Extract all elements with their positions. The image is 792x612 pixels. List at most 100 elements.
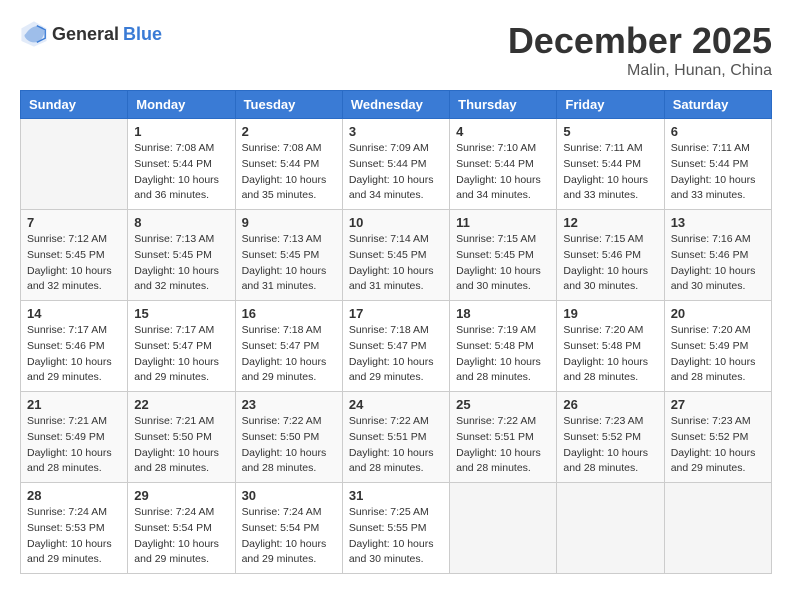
day-number: 22 bbox=[134, 397, 228, 412]
day-info: Sunrise: 7:14 AMSunset: 5:45 PMDaylight:… bbox=[349, 232, 443, 295]
calendar-cell: 5 Sunrise: 7:11 AMSunset: 5:44 PMDaylight… bbox=[557, 119, 664, 210]
day-info: Sunrise: 7:09 AMSunset: 5:44 PMDaylight:… bbox=[349, 141, 443, 204]
day-info: Sunrise: 7:18 AMSunset: 5:47 PMDaylight:… bbox=[242, 323, 336, 386]
day-info: Sunrise: 7:12 AMSunset: 5:45 PMDaylight:… bbox=[27, 232, 121, 295]
day-number: 11 bbox=[456, 215, 550, 230]
weekday-header-sunday: Sunday bbox=[21, 91, 128, 119]
day-info: Sunrise: 7:16 AMSunset: 5:46 PMDaylight:… bbox=[671, 232, 765, 295]
calendar-cell: 30 Sunrise: 7:24 AMSunset: 5:54 PMDayligh… bbox=[235, 483, 342, 574]
calendar-cell bbox=[557, 483, 664, 574]
day-number: 10 bbox=[349, 215, 443, 230]
day-info: Sunrise: 7:11 AMSunset: 5:44 PMDaylight:… bbox=[671, 141, 765, 204]
day-number: 23 bbox=[242, 397, 336, 412]
calendar-cell: 6 Sunrise: 7:11 AMSunset: 5:44 PMDaylight… bbox=[664, 119, 771, 210]
day-number: 8 bbox=[134, 215, 228, 230]
location-title: Malin, Hunan, China bbox=[508, 62, 772, 80]
day-info: Sunrise: 7:17 AMSunset: 5:47 PMDaylight:… bbox=[134, 323, 228, 386]
calendar-cell: 15 Sunrise: 7:17 AMSunset: 5:47 PMDayligh… bbox=[128, 301, 235, 392]
day-info: Sunrise: 7:25 AMSunset: 5:55 PMDaylight:… bbox=[349, 505, 443, 568]
day-info: Sunrise: 7:21 AMSunset: 5:49 PMDaylight:… bbox=[27, 414, 121, 477]
day-number: 6 bbox=[671, 124, 765, 139]
day-number: 13 bbox=[671, 215, 765, 230]
day-info: Sunrise: 7:24 AMSunset: 5:53 PMDaylight:… bbox=[27, 505, 121, 568]
calendar-cell: 10 Sunrise: 7:14 AMSunset: 5:45 PMDayligh… bbox=[342, 210, 449, 301]
calendar-cell: 3Sunrise: 7:09 AMSunset: 5:44 PMDaylight… bbox=[342, 119, 449, 210]
weekday-header-tuesday: Tuesday bbox=[235, 91, 342, 119]
calendar-cell: 31 Sunrise: 7:25 AMSunset: 5:55 PMDayligh… bbox=[342, 483, 449, 574]
day-number: 27 bbox=[671, 397, 765, 412]
calendar-cell: 21 Sunrise: 7:21 AMSunset: 5:49 PMDayligh… bbox=[21, 392, 128, 483]
calendar-cell: 22 Sunrise: 7:21 AMSunset: 5:50 PMDayligh… bbox=[128, 392, 235, 483]
logo: GeneralBlue bbox=[20, 20, 162, 48]
calendar-cell: 2 Sunrise: 7:08 AMSunset: 5:44 PMDaylight… bbox=[235, 119, 342, 210]
day-info: Sunrise: 7:17 AMSunset: 5:46 PMDaylight:… bbox=[27, 323, 121, 386]
day-number: 26 bbox=[563, 397, 657, 412]
day-info: Sunrise: 7:10 AMSunset: 5:44 PMDaylight:… bbox=[456, 141, 550, 204]
month-title: December 2025 bbox=[508, 20, 772, 62]
day-number: 24 bbox=[349, 397, 443, 412]
day-number: 16 bbox=[242, 306, 336, 321]
calendar-cell: 29 Sunrise: 7:24 AMSunset: 5:54 PMDayligh… bbox=[128, 483, 235, 574]
weekday-header-friday: Friday bbox=[557, 91, 664, 119]
day-info: Sunrise: 7:15 AMSunset: 5:46 PMDaylight:… bbox=[563, 232, 657, 295]
day-number: 17 bbox=[349, 306, 443, 321]
calendar-cell: 7 Sunrise: 7:12 AMSunset: 5:45 PMDaylight… bbox=[21, 210, 128, 301]
calendar-cell: 11 Sunrise: 7:15 AMSunset: 5:45 PMDayligh… bbox=[450, 210, 557, 301]
calendar-cell bbox=[664, 483, 771, 574]
day-number: 21 bbox=[27, 397, 121, 412]
calendar-cell: 16 Sunrise: 7:18 AMSunset: 5:47 PMDayligh… bbox=[235, 301, 342, 392]
calendar-cell: 20 Sunrise: 7:20 AMSunset: 5:49 PMDayligh… bbox=[664, 301, 771, 392]
calendar-cell: 13 Sunrise: 7:16 AMSunset: 5:46 PMDayligh… bbox=[664, 210, 771, 301]
day-number: 29 bbox=[134, 488, 228, 503]
weekday-header-saturday: Saturday bbox=[664, 91, 771, 119]
day-info: Sunrise: 7:24 AMSunset: 5:54 PMDaylight:… bbox=[134, 505, 228, 568]
calendar-cell: 26 Sunrise: 7:23 AMSunset: 5:52 PMDayligh… bbox=[557, 392, 664, 483]
calendar-cell: 25Sunrise: 7:22 AMSunset: 5:51 PMDayligh… bbox=[450, 392, 557, 483]
day-info: Sunrise: 7:21 AMSunset: 5:50 PMDaylight:… bbox=[134, 414, 228, 477]
calendar-cell: 27Sunrise: 7:23 AMSunset: 5:52 PMDayligh… bbox=[664, 392, 771, 483]
day-number: 31 bbox=[349, 488, 443, 503]
generalblue-icon bbox=[20, 20, 48, 48]
calendar-cell: 19Sunrise: 7:20 AMSunset: 5:48 PMDayligh… bbox=[557, 301, 664, 392]
day-number: 4 bbox=[456, 124, 550, 139]
calendar-cell: 24 Sunrise: 7:22 AMSunset: 5:51 PMDayligh… bbox=[342, 392, 449, 483]
calendar: SundayMondayTuesdayWednesdayThursdayFrid… bbox=[20, 90, 772, 574]
day-number: 20 bbox=[671, 306, 765, 321]
day-number: 2 bbox=[242, 124, 336, 139]
calendar-cell: 1 Sunrise: 7:08 AMSunset: 5:44 PMDaylight… bbox=[128, 119, 235, 210]
day-number: 9 bbox=[242, 215, 336, 230]
title-area: December 2025 Malin, Hunan, China bbox=[508, 20, 772, 80]
day-info: Sunrise: 7:08 AMSunset: 5:44 PMDaylight:… bbox=[242, 141, 336, 204]
day-info: Sunrise: 7:22 AMSunset: 5:51 PMDaylight:… bbox=[349, 414, 443, 477]
calendar-cell: 18Sunrise: 7:19 AMSunset: 5:48 PMDayligh… bbox=[450, 301, 557, 392]
calendar-cell: 23 Sunrise: 7:22 AMSunset: 5:50 PMDayligh… bbox=[235, 392, 342, 483]
logo-general: General bbox=[52, 24, 119, 45]
day-number: 28 bbox=[27, 488, 121, 503]
weekday-header-monday: Monday bbox=[128, 91, 235, 119]
day-number: 30 bbox=[242, 488, 336, 503]
day-info: Sunrise: 7:11 AMSunset: 5:44 PMDaylight:… bbox=[563, 141, 657, 204]
day-number: 5 bbox=[563, 124, 657, 139]
day-info: Sunrise: 7:22 AMSunset: 5:50 PMDaylight:… bbox=[242, 414, 336, 477]
day-number: 15 bbox=[134, 306, 228, 321]
day-number: 12 bbox=[563, 215, 657, 230]
day-info: Sunrise: 7:13 AMSunset: 5:45 PMDaylight:… bbox=[242, 232, 336, 295]
day-number: 18 bbox=[456, 306, 550, 321]
day-number: 25 bbox=[456, 397, 550, 412]
day-info: Sunrise: 7:20 AMSunset: 5:49 PMDaylight:… bbox=[671, 323, 765, 386]
calendar-cell bbox=[21, 119, 128, 210]
day-info: Sunrise: 7:08 AMSunset: 5:44 PMDaylight:… bbox=[134, 141, 228, 204]
day-number: 7 bbox=[27, 215, 121, 230]
calendar-cell: 12 Sunrise: 7:15 AMSunset: 5:46 PMDayligh… bbox=[557, 210, 664, 301]
calendar-cell: 4 Sunrise: 7:10 AMSunset: 5:44 PMDaylight… bbox=[450, 119, 557, 210]
day-info: Sunrise: 7:15 AMSunset: 5:45 PMDaylight:… bbox=[456, 232, 550, 295]
day-info: Sunrise: 7:20 AMSunset: 5:48 PMDaylight:… bbox=[563, 323, 657, 386]
day-number: 1 bbox=[134, 124, 228, 139]
day-info: Sunrise: 7:24 AMSunset: 5:54 PMDaylight:… bbox=[242, 505, 336, 568]
day-info: Sunrise: 7:18 AMSunset: 5:47 PMDaylight:… bbox=[349, 323, 443, 386]
day-info: Sunrise: 7:13 AMSunset: 5:45 PMDaylight:… bbox=[134, 232, 228, 295]
day-info: Sunrise: 7:23 AMSunset: 5:52 PMDaylight:… bbox=[563, 414, 657, 477]
weekday-header-thursday: Thursday bbox=[450, 91, 557, 119]
calendar-cell: 14Sunrise: 7:17 AMSunset: 5:46 PMDayligh… bbox=[21, 301, 128, 392]
header: GeneralBlue December 2025 Malin, Hunan, … bbox=[20, 20, 772, 80]
